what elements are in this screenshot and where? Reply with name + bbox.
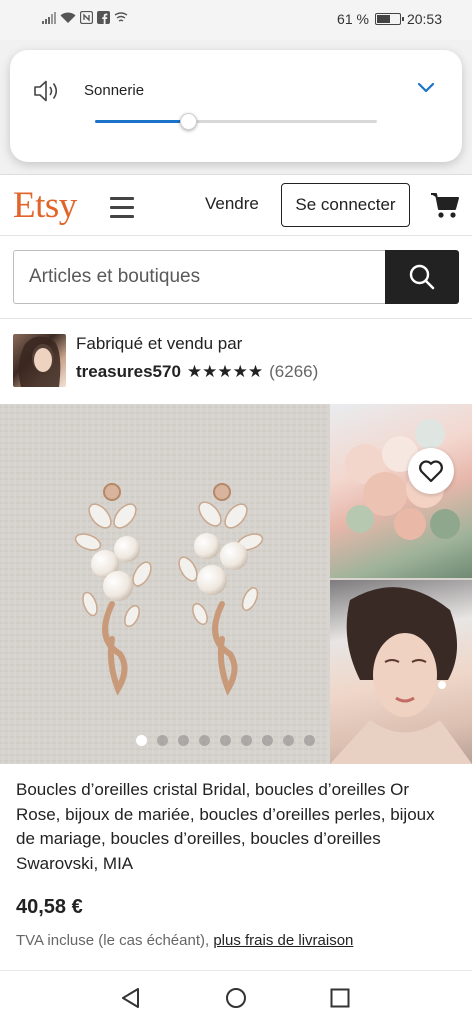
shipping-link[interactable]: plus frais de livraison	[213, 932, 353, 949]
search-icon	[409, 264, 435, 290]
carousel-dots	[136, 735, 315, 746]
shop-info: treasures570 ★★★★★ (6266)	[76, 362, 318, 382]
carousel-dot[interactable]	[220, 735, 231, 746]
wifi-icon	[60, 12, 76, 23]
speaker-icon[interactable]	[32, 78, 62, 104]
shop-made-by: Fabriqué et vendu par	[76, 334, 243, 353]
site-header: Etsy Vendre Se connecter	[0, 176, 472, 236]
carousel-dot[interactable]	[136, 735, 147, 746]
status-right: 61 % 20:53	[337, 11, 442, 27]
favorite-button[interactable]	[408, 448, 454, 494]
screen-share-icon	[114, 11, 128, 22]
carousel-dot[interactable]	[241, 735, 252, 746]
cart-icon[interactable]	[430, 191, 460, 219]
etsy-logo[interactable]: Etsy	[13, 184, 77, 227]
back-icon[interactable]	[120, 987, 142, 1009]
product-image-bouquet[interactable]	[330, 404, 472, 578]
carousel-dot[interactable]	[157, 735, 168, 746]
battery-percent: 61 %	[337, 11, 369, 27]
volume-slider-fill	[95, 120, 189, 123]
battery-icon	[374, 13, 404, 25]
system-nav-bar	[0, 970, 472, 1024]
status-icons	[42, 11, 128, 24]
volume-slider-thumb[interactable]	[180, 113, 198, 130]
search-bar	[13, 250, 459, 304]
tax-note: TVA incluse (le cas échéant),	[16, 932, 210, 949]
rating-stars: ★★★★★	[186, 362, 264, 381]
carousel-dot[interactable]	[262, 735, 273, 746]
product-image-earrings[interactable]	[0, 404, 328, 764]
tax-note-row: TVA incluse (le cas échéant), plus frais…	[16, 932, 353, 949]
sell-link[interactable]: Vendre	[205, 194, 259, 214]
search-input[interactable]	[13, 250, 386, 304]
recent-apps-icon[interactable]	[330, 988, 350, 1008]
status-bar: 61 % 20:53	[0, 0, 472, 40]
product-gallery[interactable]	[0, 404, 472, 764]
chevron-down-icon[interactable]	[416, 80, 436, 94]
volume-label: Sonnerie	[84, 82, 145, 99]
divider	[0, 318, 472, 319]
signal-icon	[42, 11, 56, 24]
carousel-dot[interactable]	[178, 735, 189, 746]
menu-icon[interactable]	[110, 196, 134, 218]
signin-button[interactable]: Se connecter	[281, 183, 410, 227]
review-count[interactable]: (6266)	[269, 362, 318, 382]
volume-panel: Sonnerie	[10, 50, 462, 162]
product-price: 40,58 €	[16, 896, 83, 918]
product-title: Boucles d’oreilles cristal Bridal, boucl…	[16, 780, 435, 873]
clock: 20:53	[406, 11, 442, 27]
heart-icon	[419, 460, 443, 483]
carousel-dot[interactable]	[199, 735, 210, 746]
carousel-dot[interactable]	[283, 735, 294, 746]
product-image-model[interactable]	[330, 580, 472, 764]
carousel-dot[interactable]	[304, 735, 315, 746]
home-icon[interactable]	[225, 987, 247, 1009]
volume-slider[interactable]	[95, 113, 377, 130]
nfc-icon	[80, 11, 93, 24]
facebook-icon	[97, 11, 110, 24]
shop-avatar[interactable]	[13, 334, 66, 387]
search-button[interactable]	[385, 250, 459, 304]
shop-name[interactable]: treasures570	[76, 362, 181, 382]
